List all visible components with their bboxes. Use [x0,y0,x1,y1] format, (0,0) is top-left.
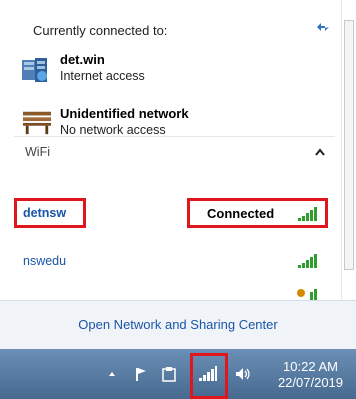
divider [14,136,335,137]
connection-status: Internet access [60,69,145,83]
flyout-footer: Open Network and Sharing Center [0,300,356,349]
clock-time: 10:22 AM [283,359,338,374]
signal-strength-icon [298,254,317,268]
connection-item-unidentified[interactable]: Unidentified network No network access [20,106,300,146]
show-hidden-icons-icon[interactable] [107,366,117,382]
secured-network-icon [297,289,317,300]
clipboard-icon[interactable] [161,366,177,382]
network-flyout: Currently connected to: det.win Internet… [0,0,341,300]
wifi-network-name: nswedu [23,254,67,268]
taskbar: 10:22 AM 22/07/2019 [0,349,356,399]
network-list-scrollbar[interactable] [341,0,356,300]
wifi-network-detnsw[interactable]: detnsw Connected [14,198,335,228]
wifi-section-label: WiFi [25,145,50,159]
domain-network-icon [22,58,47,82]
network-tray-icon[interactable] [198,366,218,382]
wifi-connection-status: Connected [207,206,275,221]
connection-status: No network access [60,123,166,137]
connected-header: Currently connected to: [33,23,168,38]
collapse-caret-icon[interactable] [314,147,326,157]
signal-strength-icon [298,207,317,221]
wifi-network-partial[interactable] [14,288,335,300]
clock-date: 22/07/2019 [277,375,344,390]
connection-name: Unidentified network [60,106,189,121]
action-center-flag-icon[interactable] [134,366,148,382]
volume-icon[interactable] [234,366,252,382]
open-network-sharing-center-link[interactable]: Open Network and Sharing Center [0,317,356,332]
scrollbar-thumb[interactable] [344,20,354,270]
connection-name: det.win [60,52,105,67]
refresh-networks-icon[interactable] [314,18,332,36]
system-clock[interactable]: 10:22 AM 22/07/2019 [265,359,356,391]
park-bench-icon [23,111,51,135]
wifi-network-nswedu[interactable]: nswedu [14,250,335,274]
connection-item-det-win[interactable]: det.win Internet access [20,52,300,92]
wifi-network-name: detnsw [23,206,67,220]
